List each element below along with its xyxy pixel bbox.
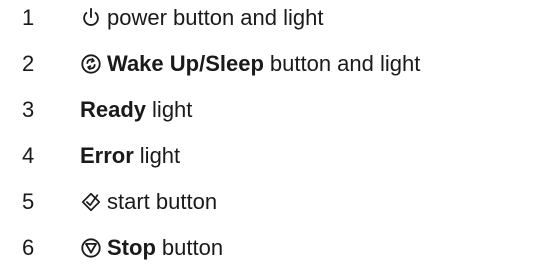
item-number: 5 [22, 189, 35, 214]
item-bold-label: Error [80, 143, 134, 168]
item-label: button [161, 235, 224, 260]
item-label: light [139, 143, 181, 168]
item-label: light [152, 97, 193, 122]
item-number: 3 [22, 97, 35, 122]
item-label: button and light [269, 51, 421, 76]
power-icon [80, 7, 102, 29]
start-icon [80, 191, 102, 213]
control-panel-legend: 1 power button and light 2 Wake Up/Sleep… [0, 0, 533, 278]
item-number: 1 [22, 5, 35, 30]
item-number: 2 [22, 51, 35, 76]
item-label: power button and light [107, 5, 324, 30]
wake-sleep-icon [80, 53, 102, 75]
item-bold-label: Stop [107, 235, 156, 260]
item-number: 6 [22, 235, 35, 260]
item-label: start button [107, 189, 218, 214]
stop-icon [80, 237, 102, 259]
item-number: 4 [22, 143, 35, 168]
item-bold-label: Wake Up/Sleep [107, 51, 264, 76]
item-bold-label: Ready [80, 97, 147, 122]
